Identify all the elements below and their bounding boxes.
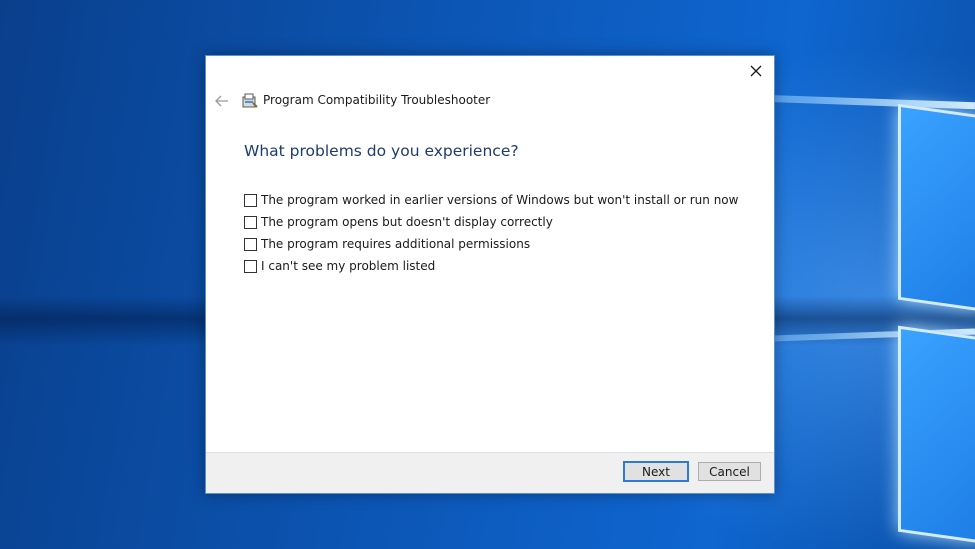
back-button[interactable] <box>214 93 230 109</box>
problem-options-list: The program worked in earlier versions o… <box>244 189 738 277</box>
option-display-incorrectly[interactable]: The program opens but doesn't display co… <box>244 211 738 233</box>
cancel-button[interactable]: Cancel <box>698 462 761 481</box>
windows-logo-pane <box>898 103 975 312</box>
close-button[interactable] <box>744 60 768 82</box>
dialog-footer: Next Cancel <box>206 452 774 493</box>
page-heading: What problems do you experience? <box>244 142 519 160</box>
troubleshooter-icon <box>242 93 258 108</box>
option-label: I can't see my problem listed <box>261 259 436 273</box>
checkbox[interactable] <box>244 193 257 207</box>
option-earlier-versions[interactable]: The program worked in earlier versions o… <box>244 189 738 211</box>
checkbox[interactable] <box>244 259 257 273</box>
dialog-title: Program Compatibility Troubleshooter <box>263 93 491 107</box>
desktop-background: Program Compatibility Troubleshooter Wha… <box>0 0 975 549</box>
windows-logo-pane <box>898 325 975 544</box>
option-additional-permissions[interactable]: The program requires additional permissi… <box>244 233 738 255</box>
option-label: The program worked in earlier versions o… <box>261 193 739 207</box>
next-button[interactable]: Next <box>623 461 689 482</box>
close-icon <box>750 65 762 77</box>
option-problem-not-listed[interactable]: I can't see my problem listed <box>244 255 738 277</box>
troubleshooter-dialog: Program Compatibility Troubleshooter Wha… <box>205 55 775 494</box>
option-label: The program requires additional permissi… <box>261 237 531 251</box>
checkbox[interactable] <box>244 237 257 251</box>
windows-logo <box>898 103 975 549</box>
option-label: The program opens but doesn't display co… <box>261 215 553 229</box>
back-arrow-icon <box>215 95 228 107</box>
checkbox[interactable] <box>244 215 257 229</box>
